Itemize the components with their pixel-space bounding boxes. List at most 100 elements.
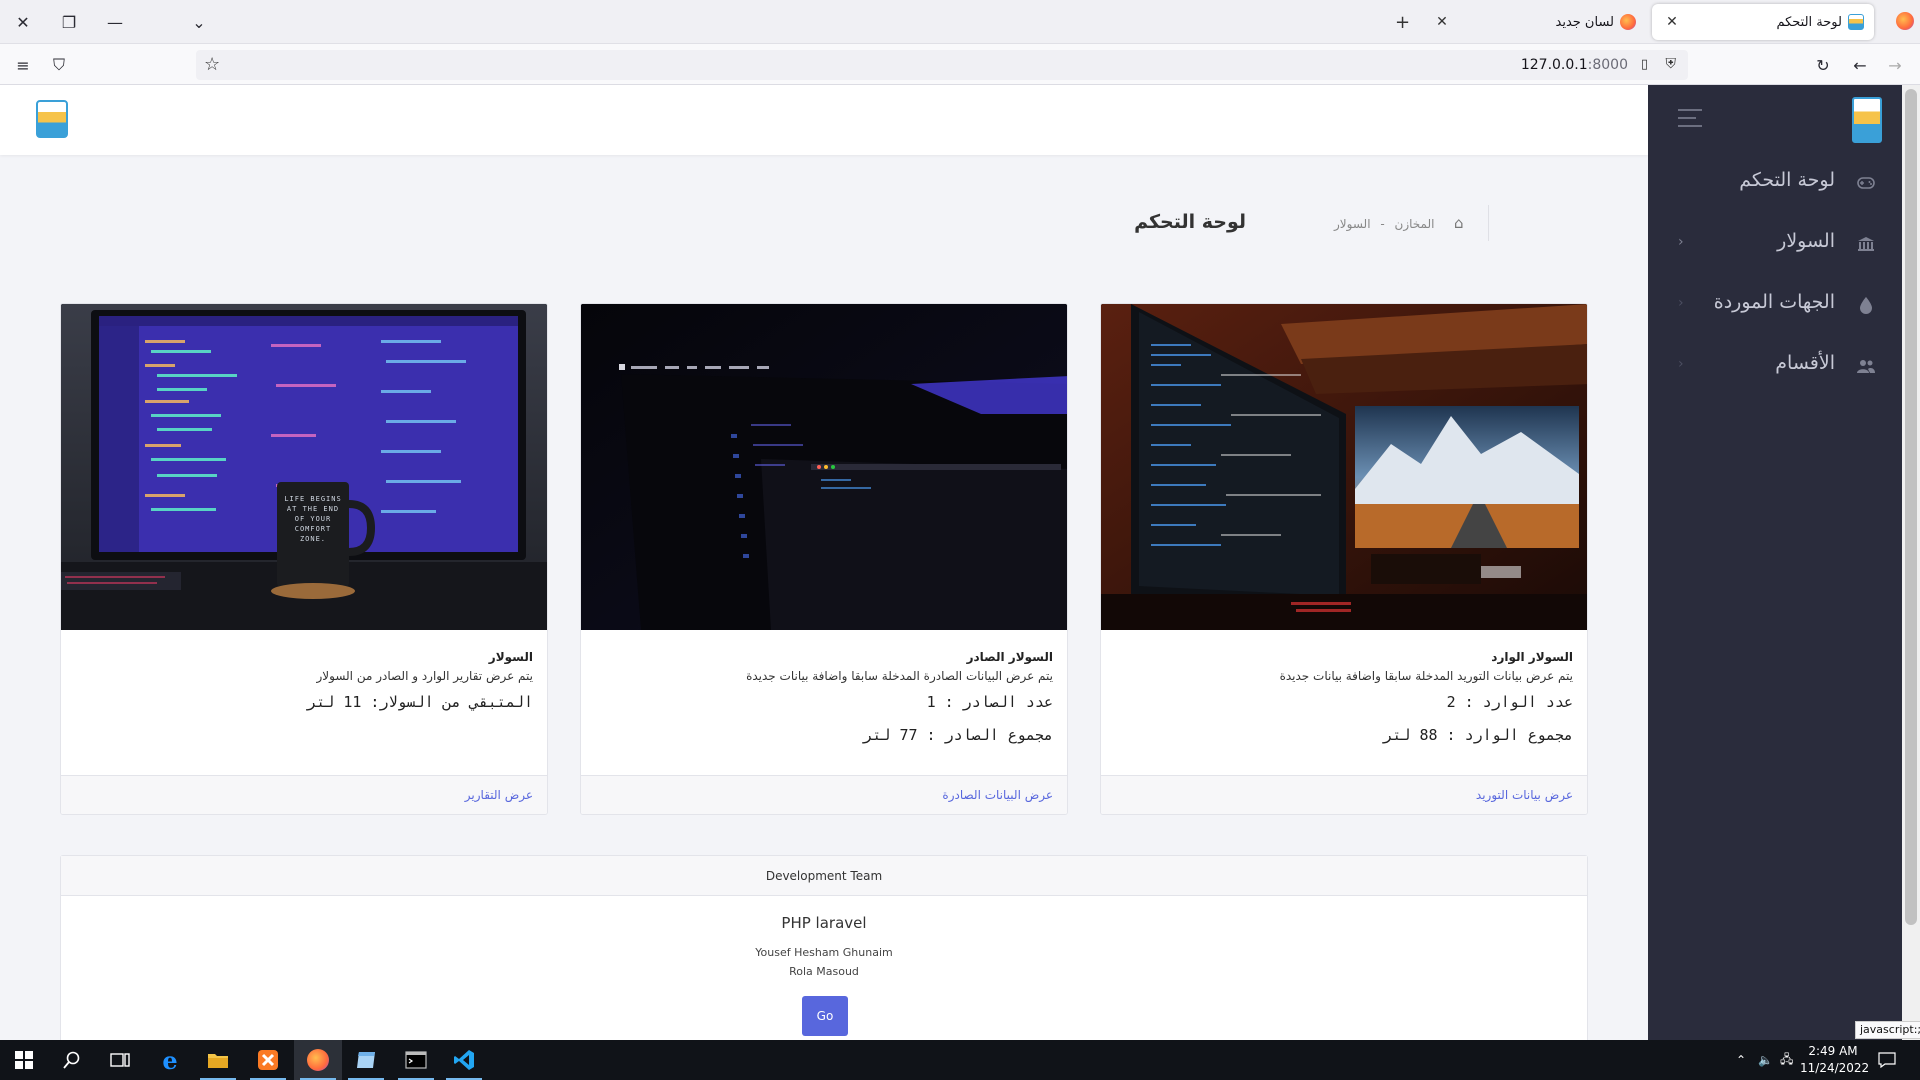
chevron-left-icon: › — [1678, 356, 1684, 372]
card-title: السولار الوارد — [1491, 650, 1573, 664]
development-team-card: Development Team PHP laravel Yousef Hesh… — [60, 855, 1588, 1040]
drop-icon — [1856, 295, 1876, 315]
menu-icon[interactable]: ≡ — [10, 52, 36, 78]
breadcrumb-stores[interactable]: المخازن — [1395, 217, 1435, 231]
browser-nav-bar: ≡ ⛉ ☆ 127.0.0.1:8000 ▯ ⛨ ↻ ← → — [0, 44, 1920, 85]
top-header — [0, 85, 1648, 155]
card-image-monitors — [1101, 304, 1587, 630]
view-outgoing-data-link[interactable]: عرض البيانات الصادرة — [942, 788, 1053, 802]
card-diesel-incoming: السولار الوارد يتم عرض بيانات التوريد ال… — [1100, 303, 1588, 815]
card-description: يتم عرض تقارير الوارد و الصادر من السولا… — [316, 669, 533, 683]
title-divider — [1488, 205, 1489, 241]
back-icon[interactable]: ← — [1847, 52, 1873, 78]
breadcrumb-diesel[interactable]: السولار — [1334, 217, 1371, 231]
card-diesel-outgoing: السولار الصادر يتم عرض البيانات الصادرة … — [580, 303, 1068, 815]
close-window-button[interactable]: ✕ — [0, 6, 46, 38]
bookmark-star-icon[interactable]: ☆ — [204, 54, 220, 75]
view-supply-data-link[interactable]: عرض بيانات التوريد — [1476, 788, 1573, 802]
incoming-total: مجموع الوارد : 88 لتر — [1383, 726, 1573, 744]
view-reports-link[interactable]: عرض التقارير — [465, 788, 533, 802]
card-footer: عرض البيانات الصادرة — [581, 775, 1067, 814]
notes-app-icon[interactable] — [342, 1040, 390, 1080]
mug-text: LIFE BEGINS AT THE END OF YOUR COMFORT Z… — [284, 495, 342, 543]
card-image-desk-monitor: LIFE BEGINS AT THE END OF YOUR COMFORT Z… — [61, 304, 547, 630]
notifications-icon[interactable] — [1878, 1040, 1896, 1080]
incoming-count: عدد الوارد : 2 — [1446, 693, 1573, 711]
clock-time: 2:49 AM — [1808, 1044, 1858, 1058]
sidebar-item-suppliers[interactable]: › الجهات الموردة — [1648, 279, 1902, 329]
search-icon[interactable] — [48, 1040, 96, 1080]
page-title: لوحة التحكم — [1134, 211, 1246, 233]
team-member: Rola Masoud — [789, 965, 859, 978]
card-body: السولار يتم عرض تقارير الوارد و الصادر م… — [61, 630, 547, 775]
minimize-window-button[interactable]: — — [92, 6, 138, 38]
gamepad-icon — [1856, 173, 1876, 193]
scrollbar-thumb[interactable] — [1905, 89, 1917, 925]
sidebar-item-departments[interactable]: › الأقسام — [1648, 340, 1902, 390]
home-icon[interactable]: ⌂ — [1454, 214, 1464, 232]
card-description: يتم عرض البيانات الصادرة المدخلة سابقا و… — [746, 669, 1053, 683]
sidebar-item-dashboard[interactable]: لوحة التحكم — [1648, 157, 1902, 207]
page-info-icon[interactable]: ▯ — [1641, 57, 1648, 72]
url-text: 127.0.0.1:8000 — [1520, 57, 1628, 73]
brand-logo[interactable] — [1852, 97, 1882, 143]
shield-icon[interactable]: ⛨ — [1666, 56, 1677, 72]
network-icon[interactable]: 🖧 — [1780, 1040, 1793, 1080]
page-content: لوحة التحكم › السولار › الجهات الموردة ›… — [0, 85, 1902, 1040]
taskbar-clock[interactable]: 2:49 AM 11/24/2022 — [1800, 1043, 1870, 1077]
tab-new-tab[interactable]: ✕ لسان جديد — [1430, 4, 1640, 40]
firefox-icon — [1896, 12, 1914, 30]
page-scrollbar[interactable] — [1902, 85, 1920, 1040]
address-bar[interactable]: ☆ 127.0.0.1:8000 ▯ ⛨ — [196, 50, 1688, 80]
volume-muted-icon[interactable]: 🔈 — [1758, 1040, 1773, 1080]
card-footer: عرض التقارير — [61, 775, 547, 814]
list-all-tabs-button[interactable]: ⌄ — [176, 6, 222, 38]
brand-logo-text — [1724, 97, 1844, 141]
sidebar-item-label: لوحة التحكم — [1739, 169, 1835, 191]
firefox-taskbar-icon[interactable] — [294, 1040, 342, 1080]
new-tab-button[interactable]: + — [1395, 12, 1410, 33]
forward-icon[interactable]: → — [1882, 52, 1908, 78]
users-icon — [1856, 356, 1876, 376]
chevron-left-icon: › — [1678, 234, 1684, 250]
task-view-icon[interactable] — [96, 1040, 144, 1080]
sidebar-toggle-icon[interactable] — [1678, 109, 1702, 133]
reload-icon[interactable]: ↻ — [1810, 52, 1836, 78]
outgoing-total: مجموع الصادر : 77 لتر — [863, 726, 1053, 744]
sidebar-item-label: الأقسام — [1775, 352, 1835, 374]
edge-icon[interactable]: e — [146, 1040, 194, 1080]
card-body: السولار الصادر يتم عرض البيانات الصادرة … — [581, 630, 1067, 775]
show-hidden-icons[interactable]: ⌃ — [1736, 1040, 1746, 1080]
tab-title: لوحة التحكم — [1776, 14, 1842, 30]
firefox-icon — [1620, 14, 1636, 30]
team-technology: PHP laravel — [781, 914, 867, 932]
tab-dashboard[interactable]: ✕ لوحة التحكم — [1652, 4, 1874, 40]
team-header: Development Team — [61, 856, 1587, 896]
breadcrumb: المخازن - السولار — [1334, 217, 1435, 231]
card-description: يتم عرض بيانات التوريد المدخلة سابقا واض… — [1279, 669, 1573, 683]
file-explorer-icon[interactable] — [194, 1040, 242, 1080]
restore-window-button[interactable]: ❐ — [46, 6, 92, 38]
bank-icon — [1856, 234, 1876, 254]
xampp-icon[interactable] — [244, 1040, 292, 1080]
start-button[interactable] — [0, 1040, 48, 1080]
sidebar-item-label: الجهات الموردة — [1713, 291, 1835, 313]
site-logo[interactable] — [36, 100, 68, 138]
remaining-diesel: المتبقي من السولار: 11 لتر — [307, 693, 533, 711]
tab-title: لسان جديد — [1555, 14, 1615, 30]
close-tab-icon[interactable]: ✕ — [1430, 14, 1454, 30]
sidebar-brand — [1648, 85, 1902, 155]
vscode-icon[interactable] — [440, 1040, 488, 1080]
browser-tab-bar: ✕ ❐ — ⌄ + ✕ لسان جديد ✕ لوحة التحكم — [0, 0, 1920, 44]
sidebar-item-diesel[interactable]: › السولار — [1648, 218, 1902, 268]
terminal-icon[interactable] — [392, 1040, 440, 1080]
pocket-icon[interactable]: ⛉ — [46, 52, 72, 78]
site-logo-icon — [1848, 14, 1864, 30]
go-button[interactable]: Go — [802, 996, 848, 1036]
status-tooltip: javascript:; — [1855, 1021, 1920, 1039]
outgoing-count: عدد الصادر : 1 — [926, 693, 1053, 711]
sidebar-item-label: السولار — [1777, 230, 1835, 252]
card-diesel-reports: LIFE BEGINS AT THE END OF YOUR COMFORT Z… — [60, 303, 548, 815]
clock-date: 11/24/2022 — [1800, 1061, 1870, 1075]
close-tab-icon[interactable]: ✕ — [1660, 14, 1684, 30]
